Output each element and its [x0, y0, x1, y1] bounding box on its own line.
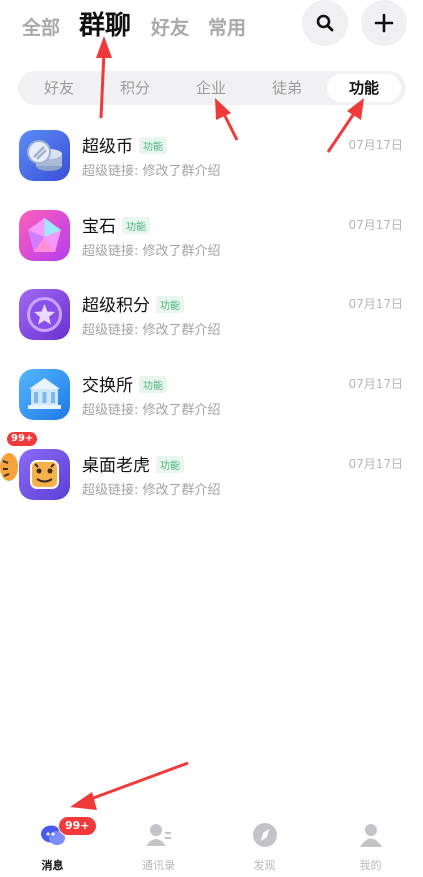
chat-last-message: 超级链接: 修改了群介绍	[82, 164, 221, 179]
segment-apprentice[interactable]: 徒弟	[250, 74, 324, 102]
tiger-mascot-icon	[0, 447, 22, 485]
chat-last-message: 超级链接: 修改了群介绍	[82, 483, 221, 498]
add-button[interactable]	[361, 0, 407, 46]
segment-enterprise[interactable]: 企业	[174, 74, 248, 102]
bank-icon	[19, 369, 70, 420]
chat-row-super-coin[interactable]: 超级币 功能 超级链接: 修改了群介绍 07月17日	[0, 130, 423, 210]
nav-messages[interactable]: 99+ 消息	[0, 810, 105, 877]
category-segment: 好友 积分 企业 徒弟 功能	[18, 71, 406, 105]
chat-last-message: 超级链接: 修改了群介绍	[82, 323, 221, 338]
chat-time: 07月17日	[348, 297, 403, 311]
chat-row-desktop-tiger[interactable]: 99+ 桌面老虎 功能 超级链接: 修改了群介绍 07月17日	[0, 431, 423, 529]
nav-label: 消息	[41, 859, 64, 872]
chat-title: 桌面老虎	[82, 456, 150, 476]
bottom-nav: 99+ 消息 通讯录 发现 我的	[0, 810, 423, 877]
function-tag: 功能	[122, 216, 150, 234]
chat-time: 07月17日	[348, 377, 403, 391]
function-tag: 功能	[139, 375, 167, 393]
nav-contacts[interactable]: 通讯录	[106, 810, 211, 877]
compass-icon	[253, 823, 277, 847]
chat-row-exchange[interactable]: 交换所 功能 超级链接: 修改了群介绍 07月17日	[0, 369, 423, 449]
function-tag: 功能	[139, 136, 167, 154]
unread-badge: 99+	[6, 431, 39, 447]
function-tag: 功能	[156, 455, 184, 473]
chat-title: 交换所	[82, 376, 133, 396]
nav-profile[interactable]: 我的	[318, 810, 423, 877]
chat-title: 宝石	[82, 217, 116, 237]
nav-label: 我的	[359, 859, 382, 872]
chat-time: 07月17日	[348, 218, 403, 232]
nav-label: 通讯录	[142, 859, 175, 872]
contacts-icon	[146, 824, 171, 846]
function-tag: 功能	[156, 295, 184, 313]
chat-row-super-points[interactable]: 超级积分 功能 超级链接: 修改了群介绍 07月17日	[0, 289, 423, 369]
coins-icon	[19, 130, 70, 181]
tab-group-chat[interactable]: 群聊	[79, 5, 131, 42]
segment-points[interactable]: 积分	[98, 74, 172, 102]
tab-friends[interactable]: 好友	[151, 13, 189, 40]
nav-label: 发现	[253, 859, 276, 872]
plus-icon	[374, 13, 394, 33]
search-button[interactable]	[302, 0, 348, 46]
chat-title: 超级积分	[82, 296, 150, 316]
chat-last-message: 超级链接: 修改了群介绍	[82, 403, 221, 418]
chat-time: 07月17日	[348, 138, 403, 152]
tab-all[interactable]: 全部	[22, 13, 60, 40]
chat-time: 07月17日	[348, 457, 403, 471]
gem-icon	[19, 210, 70, 261]
top-header: 全部 群聊 好友 常用	[0, 0, 423, 50]
star-icon	[19, 289, 70, 340]
unread-badge: 99+	[58, 816, 97, 836]
segment-friends[interactable]: 好友	[22, 74, 96, 102]
chat-last-message: 超级链接: 修改了群介绍	[82, 244, 221, 259]
nav-discover[interactable]: 发现	[212, 810, 317, 877]
search-icon	[316, 14, 334, 32]
tiger-icon	[19, 449, 70, 500]
chat-title: 超级币	[82, 137, 133, 157]
tab-frequent[interactable]: 常用	[208, 13, 246, 40]
segment-function[interactable]: 功能	[327, 74, 401, 102]
profile-icon	[360, 824, 382, 847]
chat-row-gem[interactable]: 宝石 功能 超级链接: 修改了群介绍 07月17日	[0, 210, 423, 290]
